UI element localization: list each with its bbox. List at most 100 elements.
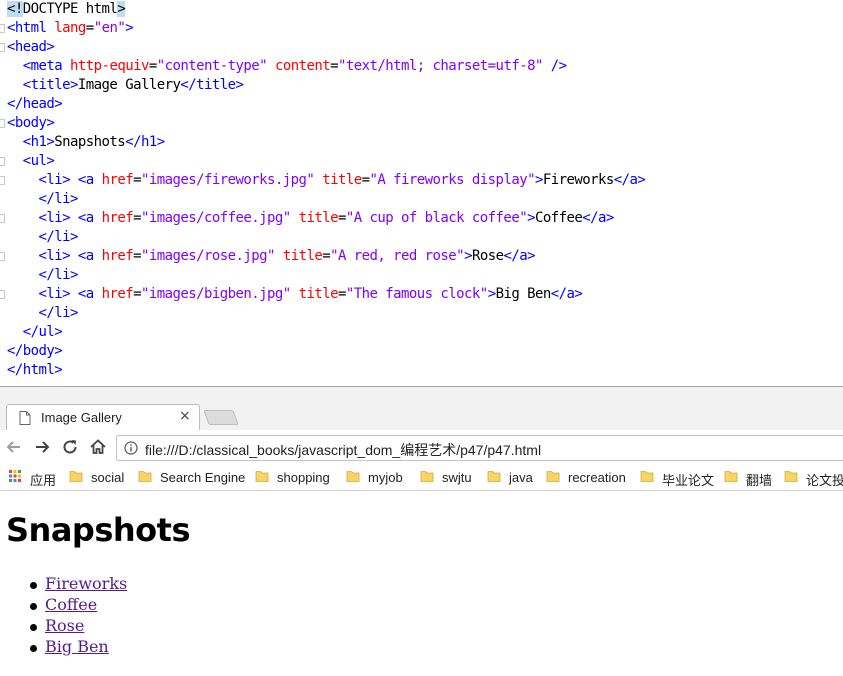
bookmarks-bar: 应用 social Search Engine shopping myjob swjtu j… [0,464,843,491]
code-token: = [133,172,141,188]
folder-icon [69,471,83,482]
code-token: <head> [7,39,55,55]
code-token: "content-type" [156,58,268,74]
gallery-link[interactable]: Coffee [45,595,97,614]
browser-window: Image Gallery × file:///D:/classical_boo… [0,386,843,676]
folder-icon [724,471,738,482]
code-text: </ul> [7,323,63,342]
fold-marker-icon[interactable] [0,176,5,185]
code-text: <body> [7,114,55,133]
code-text: </li> [7,266,79,285]
folder-icon [784,471,798,482]
new-tab-button[interactable] [203,410,239,425]
code-token: = [361,172,370,188]
code-token: <! [7,1,23,17]
page-viewport: Snapshots Fireworks Coffee Rose Big Ben [0,491,843,676]
code-token: </body> [7,343,63,359]
code-token: <a [77,286,102,302]
bookmark-label: myjob [368,470,403,485]
code-token: </li> [38,229,79,245]
folder-icon [255,471,269,482]
gallery-link[interactable]: Fireworks [45,574,127,593]
fold-marker-icon[interactable] [0,214,5,223]
code-token: <li> [38,248,71,264]
code-token: </h1> [125,134,165,150]
code-token: "images/fireworks.jpg" [140,172,315,188]
code-text: <li> <a href="images/rose.jpg" title="A … [7,247,536,266]
code-text: </body> [7,342,63,361]
code-token: "A red, red rose" [330,248,465,264]
info-icon[interactable] [124,441,138,455]
code-text: <h1>Snapshots</h1> [7,133,165,152]
home-icon[interactable] [88,437,108,457]
code-token: </ul> [22,324,63,340]
code-token: content [274,58,331,74]
bookmark-label: social [91,470,125,485]
reload-icon[interactable] [60,437,80,457]
code-text: </li> [7,190,79,209]
code-text: <title>Image Gallery</title> [7,76,244,95]
tab-image-gallery[interactable]: Image Gallery × [6,404,200,431]
code-token: Big Ben [495,286,552,302]
bookmark-label: recreation [568,470,626,485]
code-token: = [133,210,141,226]
arrow-right-icon[interactable] [32,437,52,457]
bookmark-label: java [509,470,533,485]
code-text: <head> [7,38,55,57]
fold-marker-icon[interactable] [0,290,5,299]
code-token: </head> [7,96,63,112]
code-token: </title> [180,77,244,93]
code-editor[interactable]: <!DOCTYPE html> <html lang="en"> <head> <m… [0,0,843,386]
bullet-icon [30,603,37,610]
code-token: </a> [550,286,583,302]
gallery-link[interactable]: Rose [45,616,84,635]
fold-marker-icon[interactable] [0,157,5,166]
code-token: "text/html; charset=utf-8" [337,58,543,74]
code-token: = [85,20,94,36]
fold-marker-icon[interactable] [0,252,5,261]
gallery-link[interactable]: Big Ben [45,637,109,656]
code-token: > [464,248,472,264]
bookmark-label: swjtu [442,470,472,485]
code-token: title [282,248,323,264]
code-token: title [298,286,339,302]
code-token: = [133,248,141,264]
fold-marker-icon[interactable] [0,119,5,128]
bookmark-label: 毕业论文 [662,473,715,488]
code-token: = [148,58,157,74]
fold-marker-icon[interactable] [0,43,5,52]
arrow-left-icon[interactable] [4,437,24,457]
close-icon[interactable]: × [179,408,191,424]
code-token: href [101,286,134,302]
folder-icon [420,471,434,482]
address-bar[interactable]: file:///D:/classical_books/javascript_do… [116,435,843,461]
code-token: </a> [613,172,646,188]
folder-icon [346,471,360,482]
code-text: </html> [7,361,63,380]
fold-marker-icon[interactable] [0,24,5,33]
code-token: Fireworks [542,172,614,188]
code-token: title [322,172,362,188]
bookmark-label: 翻墙 [746,473,773,488]
folder-icon [138,471,152,482]
code-token: lang [54,20,86,36]
url-text[interactable]: file:///D:/classical_books/javascript_do… [145,440,541,460]
tab-title: Image Gallery [41,410,122,425]
tab-strip: Image Gallery × [0,386,843,431]
code-token: </li> [38,305,79,321]
code-token: "A fireworks display" [369,172,536,188]
code-token: DOCTYPE html [22,1,118,17]
